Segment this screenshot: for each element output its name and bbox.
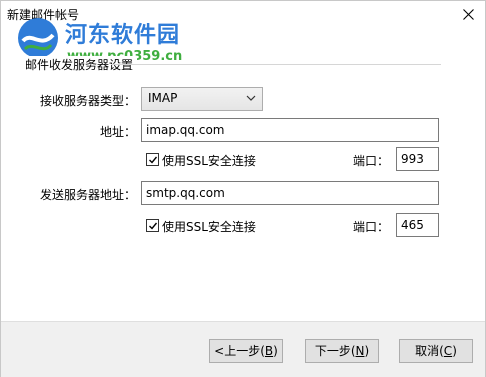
incoming-ssl-checkbox[interactable] [146,153,159,166]
chevron-down-icon [246,95,256,101]
title-bar: 新建邮件帐号 [1,1,485,29]
cancel-button-key: C [443,344,453,358]
check-icon [149,222,158,230]
back-button[interactable]: <上一步(B) [209,339,283,363]
next-button[interactable]: 下一步(N) [305,339,379,363]
incoming-type-label: 接收服务器类型： [40,94,137,108]
new-mail-account-dialog: 新建邮件帐号 河东软件园 www.pc0359.cn 邮件收发服务器设置 接收服… [0,0,486,377]
outgoing-port-input[interactable] [396,213,439,237]
back-button-close-paren: ) [273,344,278,358]
close-icon [462,8,474,20]
incoming-port-label: 端口： [353,154,390,168]
outgoing-address-label: 发送服务器地址： [40,188,137,202]
next-button-close-paren: ) [364,344,370,358]
outgoing-ssl-checkbox[interactable] [146,219,159,232]
group-divider [111,64,441,65]
incoming-ssl-label: 使用SSL安全连接 [162,154,256,168]
incoming-port-input[interactable] [396,147,439,171]
incoming-address-label: 地址： [100,125,137,139]
cancel-button-label: 取消( [415,344,444,358]
check-icon [149,156,158,164]
back-button-key: B [264,344,274,358]
window-title: 新建邮件帐号 [7,8,80,22]
outgoing-port-label: 端口： [353,220,390,234]
outgoing-address-input[interactable] [141,181,439,205]
close-button[interactable] [451,1,485,27]
outgoing-ssl-label: 使用SSL安全连接 [162,220,256,234]
cancel-button-close-paren: ) [452,344,457,358]
next-button-label: 下一步( [314,344,356,358]
cancel-button[interactable]: 取消(C) [399,339,473,363]
back-button-label: <上一步( [214,344,265,358]
incoming-address-input[interactable] [141,118,439,142]
incoming-type-value: IMAP [148,91,178,105]
incoming-type-select[interactable]: IMAP [141,87,263,111]
